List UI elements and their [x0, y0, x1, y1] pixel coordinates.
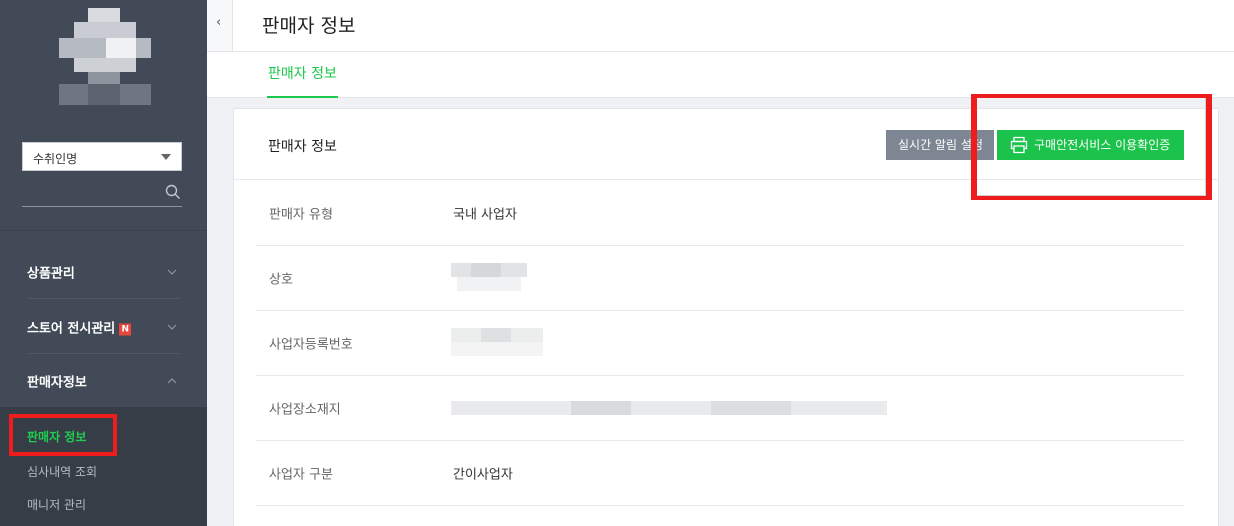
new-badge: N: [119, 323, 132, 335]
sidebar-collapse-button[interactable]: ‹: [207, 0, 233, 52]
info-row-business-address: 사업장소재지: [256, 376, 1184, 441]
info-row-business-number: 사업자등록번호: [256, 311, 1184, 376]
sidebar-item-store-display[interactable]: 스토어 전시관리 N: [27, 300, 181, 354]
chevron-down-icon: [161, 154, 171, 160]
sidebar-search-input[interactable]: [22, 180, 182, 207]
highlight-box-shadow: [977, 98, 1206, 196]
row-label: 판매자 유형: [269, 207, 333, 223]
info-row-company-name: 상호: [256, 246, 1184, 311]
store-select[interactable]: 수취인명: [22, 142, 182, 171]
sidebar-item-label: 판매자정보: [27, 375, 87, 391]
page-header: 판매자 정보: [233, 0, 1234, 52]
info-row-business-category: 사업자 구분 간이사업자: [256, 441, 1184, 506]
card-title: 판매자 정보: [268, 139, 337, 155]
search-icon[interactable]: [165, 184, 181, 200]
row-label: 사업자등록번호: [269, 337, 353, 353]
page-title: 판매자 정보: [262, 15, 356, 37]
sidebar-item-seller-info[interactable]: 판매자정보: [27, 354, 181, 408]
tab-seller-info[interactable]: 판매자 정보: [267, 52, 338, 98]
submenu-item-review-history[interactable]: 심사내역 조회: [27, 463, 97, 480]
sidebar-divider: [0, 230, 207, 231]
redacted-value: [451, 401, 887, 415]
highlight-box-sidebar: [9, 414, 117, 456]
tab-bar: 판매자 정보: [207, 52, 1234, 98]
row-value: 국내 사업자: [453, 207, 517, 223]
redacted-value: [451, 328, 543, 358]
redacted-value: [451, 263, 527, 293]
sidebar-item-label: 스토어 전시관리 N: [27, 317, 132, 336]
chevron-down-icon: [167, 324, 177, 330]
row-label: 사업장소재지: [269, 402, 341, 418]
row-label: 사업자 구분: [269, 467, 333, 483]
avatar: [59, 8, 151, 106]
row-value: 간이사업자: [453, 467, 513, 483]
sidebar-item-products[interactable]: 상품관리: [27, 245, 181, 299]
sidebar: 수취인명 상품관리 스토어 전시관리 N 판매자정보 판매자 정보 심사내역 조회…: [0, 0, 207, 526]
chevron-down-icon: [167, 269, 177, 275]
store-select-value: 수취인명: [33, 152, 78, 166]
submenu-item-manager[interactable]: 매니저 관리: [27, 496, 86, 513]
chevron-up-icon: [167, 378, 177, 384]
row-label: 상호: [269, 272, 293, 288]
chevron-left-icon: ‹: [216, 15, 222, 30]
sidebar-item-label: 상품관리: [27, 266, 75, 281]
